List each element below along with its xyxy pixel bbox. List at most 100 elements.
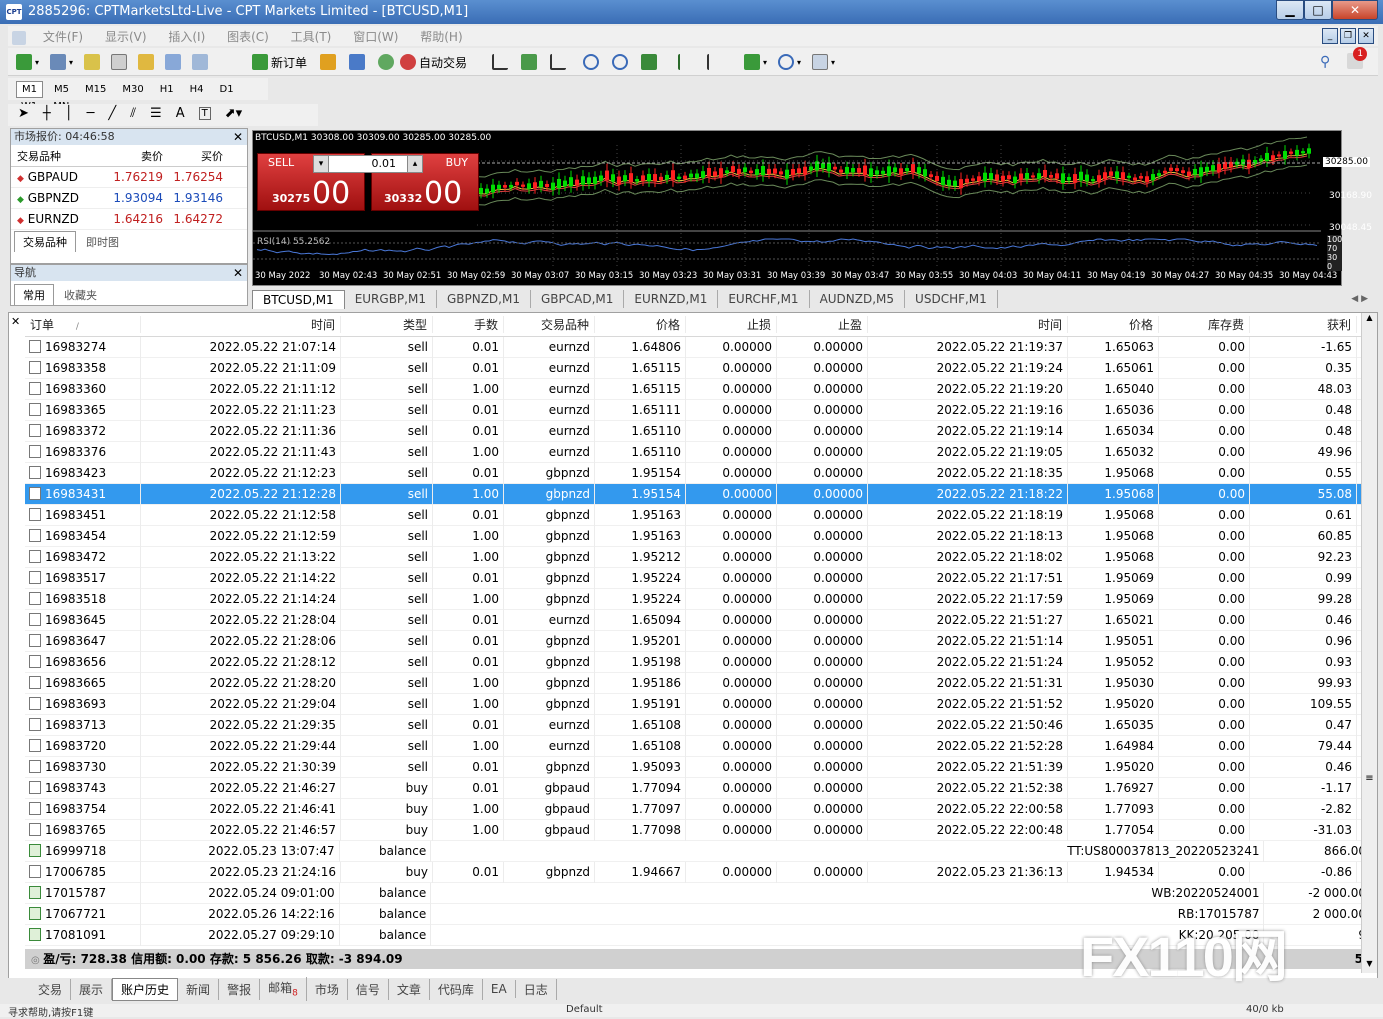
close-button[interactable]: ✕ <box>1332 0 1378 20</box>
mdi-close-button[interactable]: ✕ <box>1358 28 1374 44</box>
chart-tab-usdchfm1[interactable]: USDCHF,M1 <box>905 290 998 308</box>
timeframe-m15[interactable]: M15 <box>80 82 111 97</box>
timeframe-m1[interactable]: M1 <box>16 81 43 98</box>
terminal-tab[interactable]: 日志 <box>516 978 557 1000</box>
column-header[interactable]: 手数 <box>433 316 504 333</box>
shapes-icon[interactable]: ⬈▾ <box>225 106 242 121</box>
lot-increase-button[interactable]: ▴ <box>407 155 423 173</box>
menu-help[interactable]: 帮助(H) <box>411 26 471 47</box>
trendline-icon[interactable]: ╱ <box>108 106 116 121</box>
table-row[interactable]: 16983358 2022.05.22 21:11:09 sell 0.01 eurnz… <box>25 357 1371 379</box>
menu-insert[interactable]: 插入(I) <box>159 26 214 47</box>
horizontal-line-icon[interactable]: ─ <box>87 106 95 121</box>
text-label-icon[interactable]: T <box>198 107 211 120</box>
table-row[interactable]: 16983423 2022.05.22 21:12:23 sell 0.01 gbpnz… <box>25 462 1371 484</box>
timeframe-h4[interactable]: H4 <box>185 82 209 97</box>
chart-tab-btcusdm1[interactable]: BTCUSD,M1 <box>252 289 345 309</box>
text-tool-icon[interactable]: A <box>176 106 185 121</box>
close-icon[interactable]: ✕ <box>233 265 243 281</box>
tab-tick-chart[interactable]: 即时图 <box>78 232 127 252</box>
table-row[interactable]: 16983517 2022.05.22 21:14:22 sell 0.01 gbpnz… <box>25 567 1371 589</box>
table-row[interactable]: 16983720 2022.05.22 21:29:44 sell 1.00 eurnz… <box>25 735 1371 757</box>
terminal-tab[interactable]: EA <box>483 980 516 998</box>
chart-tab-eurnzdm1[interactable]: EURNZD,M1 <box>624 290 719 308</box>
chart-shift-icon[interactable] <box>678 54 694 70</box>
menu-charts[interactable]: 图表(C) <box>218 26 278 47</box>
autoscroll-icon[interactable] <box>707 54 723 70</box>
market-watch-row[interactable]: ◆ GBPNZD 1.93094 1.93146 <box>11 188 247 209</box>
periods-clock-icon[interactable] <box>778 54 795 70</box>
terminal-tab[interactable]: 信号 <box>348 978 389 1000</box>
column-header[interactable]: 时间 <box>868 316 1068 333</box>
column-header[interactable]: 止损 <box>686 316 777 333</box>
chart-tab-scroll-arrows[interactable]: ◀ ▶ <box>1351 294 1378 304</box>
timeframe-m5[interactable]: M5 <box>49 82 74 97</box>
table-row[interactable]: 16983360 2022.05.22 21:11:12 sell 1.00 eurnz… <box>25 378 1371 400</box>
menu-file[interactable]: 文件(F) <box>34 26 92 47</box>
chart-tab-gbpnzdm1[interactable]: GBPNZD,M1 <box>437 290 531 308</box>
vertical-scrollbar[interactable]: ▲ ≡ ▼ <box>1361 313 1377 973</box>
col-symbol[interactable]: 交易品种 <box>11 148 111 164</box>
table-row[interactable]: 16983274 2022.05.22 21:07:14 sell 0.01 eurnz… <box>25 336 1371 358</box>
tab-common[interactable]: 常用 <box>14 284 54 305</box>
table-row[interactable]: 17006785 2022.05.23 21:24:16 buy 0.01 gbpnzd… <box>25 861 1371 883</box>
menu-tools[interactable]: 工具(T) <box>282 26 341 47</box>
table-row[interactable]: 16999718 2022.05.23 13:07:47 balance TT:US8… <box>25 840 1372 862</box>
column-header[interactable]: 价格 <box>595 316 686 333</box>
market-watch-row[interactable]: ◆ EURNZD 1.64216 1.64272 <box>11 209 247 230</box>
column-header[interactable]: 交易品种 <box>504 316 595 333</box>
table-row[interactable]: 16983765 2022.05.22 21:46:57 buy 1.00 gbpaud… <box>25 819 1371 841</box>
table-row[interactable]: 16983713 2022.05.22 21:29:35 sell 0.01 eurnz… <box>25 714 1371 736</box>
table-row[interactable]: 16983665 2022.05.22 21:28:20 sell 1.00 gbpnz… <box>25 672 1371 694</box>
chart-tab-audnzdm5[interactable]: AUDNZD,M5 <box>810 290 906 308</box>
chart-tab-eurchfm1[interactable]: EURCHF,M1 <box>718 290 810 308</box>
table-row[interactable]: 16983376 2022.05.22 21:11:43 sell 1.00 eurnz… <box>25 441 1371 463</box>
indicators-icon[interactable] <box>744 54 760 70</box>
market-watch-row[interactable]: ◆ GBPAUD 1.76219 1.76254 <box>11 167 247 188</box>
close-icon[interactable]: ✕ <box>11 315 20 328</box>
channel-icon[interactable]: ⫽ <box>130 106 136 121</box>
templates-icon[interactable] <box>812 54 829 70</box>
maximize-button[interactable]: □ <box>1304 0 1332 20</box>
timeframe-h1[interactable]: H1 <box>155 82 179 97</box>
column-header[interactable]: 获利 <box>1250 316 1357 333</box>
table-row[interactable]: 16983431 2022.05.22 21:12:28 sell 1.00 gbpnz… <box>25 483 1371 505</box>
vertical-line-icon[interactable]: │ <box>65 106 73 121</box>
col-bid[interactable]: 卖价 <box>111 148 163 164</box>
column-header[interactable]: 库存费 <box>1159 316 1250 333</box>
search-icon[interactable]: ⚲ <box>1320 54 1330 70</box>
scroll-thumb[interactable]: ≡ <box>1362 773 1377 787</box>
table-row[interactable]: 16983372 2022.05.22 21:11:36 sell 0.01 eurnz… <box>25 420 1371 442</box>
close-icon[interactable]: ✕ <box>233 129 243 145</box>
lot-decrease-button[interactable]: ▾ <box>313 155 329 173</box>
notifications-icon[interactable]: 1 <box>1347 46 1368 72</box>
community-icon[interactable] <box>349 54 365 70</box>
terminal-tab[interactable]: 文章 <box>389 978 430 1000</box>
table-row[interactable]: 16983451 2022.05.22 21:12:58 sell 0.01 gbpnz… <box>25 504 1371 526</box>
table-row[interactable]: 16983693 2022.05.22 21:29:04 sell 1.00 gbpnz… <box>25 693 1371 715</box>
terminal-tab[interactable]: 代码库 <box>430 978 483 1000</box>
terminal-icon[interactable] <box>165 54 182 70</box>
price-chart[interactable]: BTCUSD,M1 30308.00 30309.00 30285.00 302… <box>252 130 1372 286</box>
mdi-restore-button[interactable]: ❐ <box>1340 28 1356 44</box>
terminal-tab[interactable]: 市场 <box>307 978 348 1000</box>
zoom-in-icon[interactable] <box>583 54 599 70</box>
timeframe-d1[interactable]: D1 <box>215 82 239 97</box>
bar-chart-icon[interactable] <box>492 54 508 70</box>
table-row[interactable]: 16983454 2022.05.22 21:12:59 sell 1.00 gbpnz… <box>25 525 1371 547</box>
table-row[interactable]: 16983656 2022.05.22 21:28:12 sell 0.01 gbpnz… <box>25 651 1371 673</box>
terminal-tab[interactable]: 警报 <box>219 978 261 1000</box>
fibonacci-icon[interactable]: ☰ <box>150 106 162 121</box>
market-watch-icon[interactable] <box>84 54 101 70</box>
mdi-minimize-button[interactable]: _ <box>1322 28 1338 44</box>
cursor-icon[interactable]: ➤ <box>18 106 29 121</box>
data-window-icon[interactable] <box>111 54 128 70</box>
line-chart-icon[interactable] <box>550 54 566 70</box>
table-row[interactable]: 16983472 2022.05.22 21:13:22 sell 1.00 gbpnz… <box>25 546 1371 568</box>
col-ask[interactable]: 买价 <box>163 148 223 164</box>
signals-icon[interactable] <box>378 54 394 70</box>
table-row[interactable]: 16983365 2022.05.22 21:11:23 sell 0.01 eurnz… <box>25 399 1371 421</box>
timeframe-m30[interactable]: M30 <box>117 82 148 97</box>
terminal-tab[interactable]: 新闻 <box>178 978 220 1000</box>
tile-windows-icon[interactable] <box>641 54 657 70</box>
